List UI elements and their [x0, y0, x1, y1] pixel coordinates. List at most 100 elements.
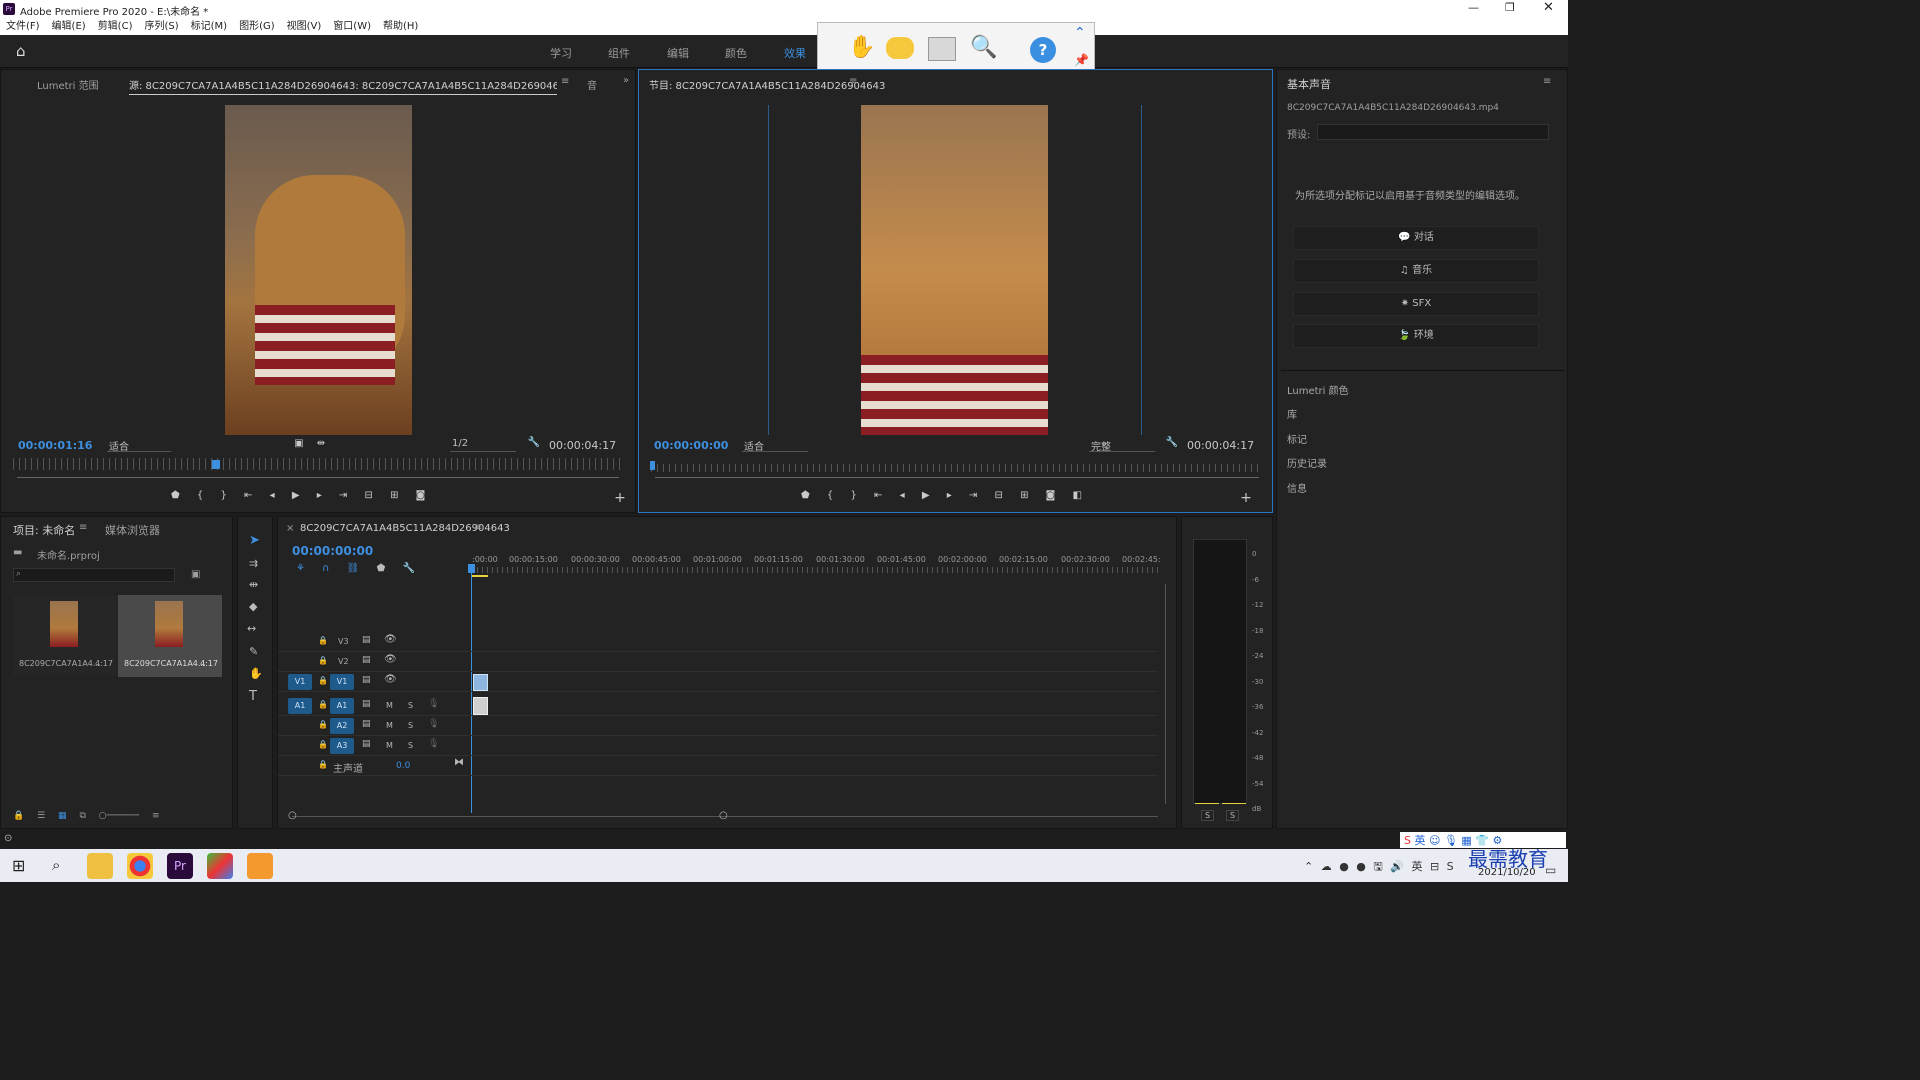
- track-target-a1[interactable]: A1: [330, 698, 354, 714]
- audio-clip[interactable]: [473, 697, 488, 715]
- timeline-settings-icon[interactable]: 🔧: [402, 563, 414, 574]
- sort-icon[interactable]: ≡: [152, 811, 160, 821]
- menu-sequence[interactable]: 序列(S): [144, 21, 178, 32]
- master-settings-icon[interactable]: ⧓: [454, 757, 464, 768]
- program-playhead-timecode[interactable]: 00:00:00:00: [654, 439, 728, 452]
- mic-icon[interactable]: 🎙: [428, 719, 439, 729]
- mic-icon[interactable]: 🎙: [428, 739, 439, 749]
- go-to-out-icon[interactable]: ⇥: [339, 490, 347, 501]
- track-target-v2[interactable]: V2: [338, 657, 349, 666]
- track-lock-icon[interactable]: 🔒: [318, 636, 328, 645]
- project-item-1[interactable]: 8C209C7CA7A1A4... 4:17: [13, 595, 116, 675]
- chrome-icon[interactable]: [127, 853, 153, 879]
- source-playhead[interactable]: [212, 460, 220, 469]
- eye-icon[interactable]: 👁: [384, 654, 397, 665]
- hscroll-handle-right[interactable]: ○: [719, 810, 728, 821]
- program-settings-icon[interactable]: 🔧: [1165, 436, 1179, 450]
- search-icon[interactable]: ⌕: [52, 856, 60, 874]
- time-ruler[interactable]: :00:00 00:00:15:00 00:00:30:00 00:00:45:…: [472, 553, 1161, 577]
- project-search-input[interactable]: ⌕: [13, 568, 175, 582]
- workspace-learn[interactable]: 学习: [550, 45, 572, 61]
- app-icon-orange[interactable]: [247, 853, 273, 879]
- program-zoom-bar[interactable]: [655, 477, 1259, 478]
- eye-icon[interactable]: 👁: [384, 634, 397, 645]
- workspace-color[interactable]: 颜色: [725, 45, 747, 61]
- track-target-a2[interactable]: A2: [330, 718, 354, 734]
- track-select-tool-icon[interactable]: ⇉: [249, 557, 258, 570]
- go-to-in-icon[interactable]: ⇤: [244, 490, 252, 501]
- playhead-handle[interactable]: [468, 564, 475, 573]
- play-icon[interactable]: ▶: [292, 490, 300, 501]
- program-quality-dropdown[interactable]: 完整: [1089, 438, 1155, 453]
- solo-button[interactable]: S: [408, 701, 413, 710]
- close-sequence-icon[interactable]: ×: [286, 523, 294, 534]
- program-time-ruler[interactable]: [651, 464, 1259, 472]
- track-target-a3[interactable]: A3: [330, 738, 354, 754]
- source-add-button[interactable]: +: [613, 491, 627, 505]
- sync-lock-icon[interactable]: ▤: [362, 719, 371, 729]
- list-view-icon[interactable]: ☰: [37, 811, 45, 821]
- sync-lock-icon[interactable]: ▤: [362, 675, 371, 685]
- source-patch-a1[interactable]: A1: [288, 698, 312, 714]
- panel-history[interactable]: 历史记录: [1287, 455, 1327, 470]
- mark-out-icon[interactable]: }: [850, 490, 856, 501]
- export-frame-icon[interactable]: ◙: [416, 490, 426, 501]
- tab-project[interactable]: 项目: 未命名: [13, 522, 75, 538]
- music-button[interactable]: ♫ 音乐: [1293, 259, 1539, 283]
- essential-sound-menu-icon[interactable]: ≡: [1543, 76, 1551, 87]
- track-lock-icon[interactable]: 🔒: [318, 656, 328, 665]
- hscroll-handle-left[interactable]: ○: [288, 810, 297, 821]
- mute-button[interactable]: M: [386, 701, 393, 710]
- sync-lock-icon[interactable]: ▤: [362, 739, 371, 749]
- sync-lock-icon[interactable]: ▤: [362, 635, 371, 645]
- new-bin-icon[interactable]: ▣: [191, 569, 200, 580]
- step-back-icon[interactable]: ◂: [270, 490, 275, 501]
- tab-source[interactable]: 源: 8C209C7CA7A1A4B5C11A284D26904643: 8C2…: [129, 77, 557, 95]
- insert-icon[interactable]: ⊟: [365, 490, 373, 501]
- ambience-button[interactable]: 🍃 环境: [1293, 324, 1539, 348]
- drag-video-icon[interactable]: ⇹: [314, 437, 328, 451]
- panel-libraries[interactable]: 库: [1287, 406, 1297, 421]
- safe-margins-icon[interactable]: ▣: [292, 437, 306, 451]
- track-lock-icon[interactable]: 🔒: [318, 676, 328, 685]
- zoom-icon[interactable]: 🔍: [970, 35, 997, 60]
- video-clip[interactable]: [473, 674, 488, 691]
- step-forward-icon[interactable]: ▸: [317, 490, 322, 501]
- source-patch-v1[interactable]: V1: [288, 674, 312, 690]
- sogou-icon[interactable]: S: [1404, 834, 1411, 847]
- mark-out-icon[interactable]: }: [220, 490, 226, 501]
- mark-in-icon[interactable]: {: [827, 490, 833, 501]
- app-icon[interactable]: [207, 853, 233, 879]
- comment-icon[interactable]: [886, 37, 914, 59]
- program-fit-dropdown[interactable]: 适合: [742, 438, 808, 453]
- program-panel-menu-icon[interactable]: ≡: [849, 76, 857, 87]
- sync-lock-icon[interactable]: ▤: [362, 655, 371, 665]
- timeline-vscroll[interactable]: [1165, 584, 1166, 804]
- sfx-button[interactable]: ✷ SFX: [1293, 292, 1539, 316]
- ime-language[interactable]: 英: [1414, 834, 1425, 847]
- icon-view-icon[interactable]: ▦: [58, 811, 67, 821]
- overwrite-icon[interactable]: ⊞: [390, 490, 398, 501]
- timeline-timecode[interactable]: 00:00:00:00: [292, 544, 373, 558]
- collapse-icon[interactable]: ⌃: [1074, 25, 1086, 41]
- track-lock-icon[interactable]: 🔒: [318, 720, 328, 729]
- close-button[interactable]: ✕: [1543, 0, 1554, 15]
- tab-media-browser[interactable]: 媒体浏览器: [105, 522, 160, 538]
- sequence-menu-icon[interactable]: ≡: [474, 522, 482, 533]
- start-icon[interactable]: ⊞: [12, 856, 25, 875]
- step-forward-icon[interactable]: ▸: [947, 490, 952, 501]
- add-marker-icon[interactable]: ⬟: [377, 563, 386, 574]
- step-back-icon[interactable]: ◂: [900, 490, 905, 501]
- pen-tool-icon[interactable]: ✎: [249, 645, 258, 658]
- minimize-button[interactable]: —: [1468, 1, 1479, 14]
- source-fit-dropdown[interactable]: 适合: [107, 438, 171, 453]
- help-icon[interactable]: ?: [1030, 37, 1056, 63]
- tab-audio[interactable]: 音: [587, 77, 597, 92]
- menu-marker[interactable]: 标记(M): [191, 21, 227, 32]
- lock-icon[interactable]: 🔒: [13, 811, 24, 821]
- hand-icon[interactable]: ✋: [848, 35, 875, 60]
- panel-info[interactable]: 信息: [1287, 480, 1307, 495]
- workspace-effects[interactable]: 效果: [784, 45, 806, 61]
- compare-icon[interactable]: ◧: [1073, 490, 1082, 501]
- track-target-v3[interactable]: V3: [338, 637, 349, 646]
